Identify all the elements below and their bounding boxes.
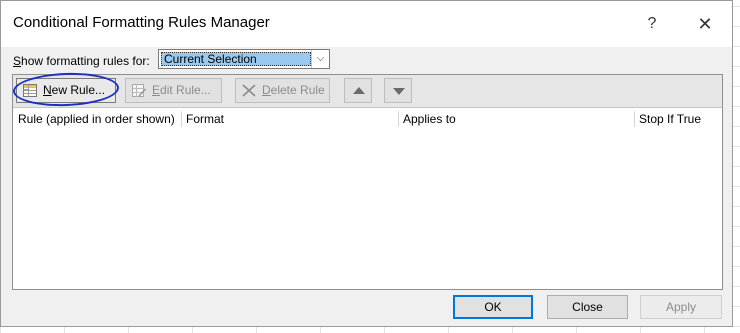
rules-toolbar: New Rule... Edit Rule... Delete Rule	[12, 71, 722, 108]
edit-rule-icon	[132, 84, 146, 97]
column-rule[interactable]: Rule (applied in order shown)	[14, 108, 180, 130]
apply-button[interactable]: Apply	[640, 295, 722, 319]
access-key-s: S	[13, 54, 22, 68]
edit-rule-label-text: dit Rule...	[160, 83, 211, 97]
rules-column-header: Rule (applied in order shown) Format App…	[13, 108, 722, 130]
title-bar: Conditional Formatting Rules Manager ? ✕	[1, 1, 732, 47]
access-key-e: E	[152, 83, 161, 97]
conditional-formatting-dialog: Conditional Formatting Rules Manager ? ✕…	[0, 0, 733, 327]
delete-rule-label: Delete Rule	[262, 79, 325, 102]
edit-rule-label: Edit Rule...	[152, 79, 211, 102]
column-applies-to[interactable]: Applies to	[399, 108, 634, 130]
show-rules-label: Show formatting rules for:	[13, 54, 150, 68]
ok-button[interactable]: OK	[453, 295, 533, 319]
new-rule-button[interactable]: New Rule...	[16, 78, 116, 103]
rules-list[interactable]	[13, 131, 722, 289]
delete-rule-button[interactable]: Delete Rule	[235, 78, 330, 103]
selected-scope-value: Current Selection	[161, 52, 311, 66]
move-up-button[interactable]	[344, 78, 372, 103]
new-rule-icon	[23, 84, 37, 97]
edit-rule-button[interactable]: Edit Rule...	[125, 78, 222, 103]
help-button[interactable]: ?	[641, 13, 663, 35]
close-icon[interactable]: ✕	[694, 13, 716, 35]
move-down-button[interactable]	[384, 78, 412, 103]
new-rule-label-text: ew Rule...	[51, 83, 106, 97]
dialog-title: Conditional Formatting Rules Manager	[13, 14, 270, 31]
show-rules-for-select[interactable]: Current Selection ⌵	[158, 49, 330, 69]
access-key-n: N	[43, 83, 52, 97]
column-stop-if-true[interactable]: Stop If True	[635, 108, 721, 130]
rules-panel: New Rule... Edit Rule... Delete Rule Rul…	[12, 71, 723, 290]
delete-x-icon	[242, 84, 256, 97]
delete-rule-label-text: elete Rule	[270, 83, 325, 97]
column-format[interactable]: Format	[182, 108, 398, 130]
close-button[interactable]: Close	[547, 295, 628, 319]
access-key-d: D	[262, 83, 271, 97]
new-rule-label: New Rule...	[43, 79, 105, 102]
move-up-arrow-icon	[353, 87, 365, 94]
move-down-arrow-icon	[393, 88, 405, 95]
show-rules-label-text: how formatting rules for:	[21, 54, 150, 68]
chevron-down-icon[interactable]: ⌵	[311, 50, 329, 68]
